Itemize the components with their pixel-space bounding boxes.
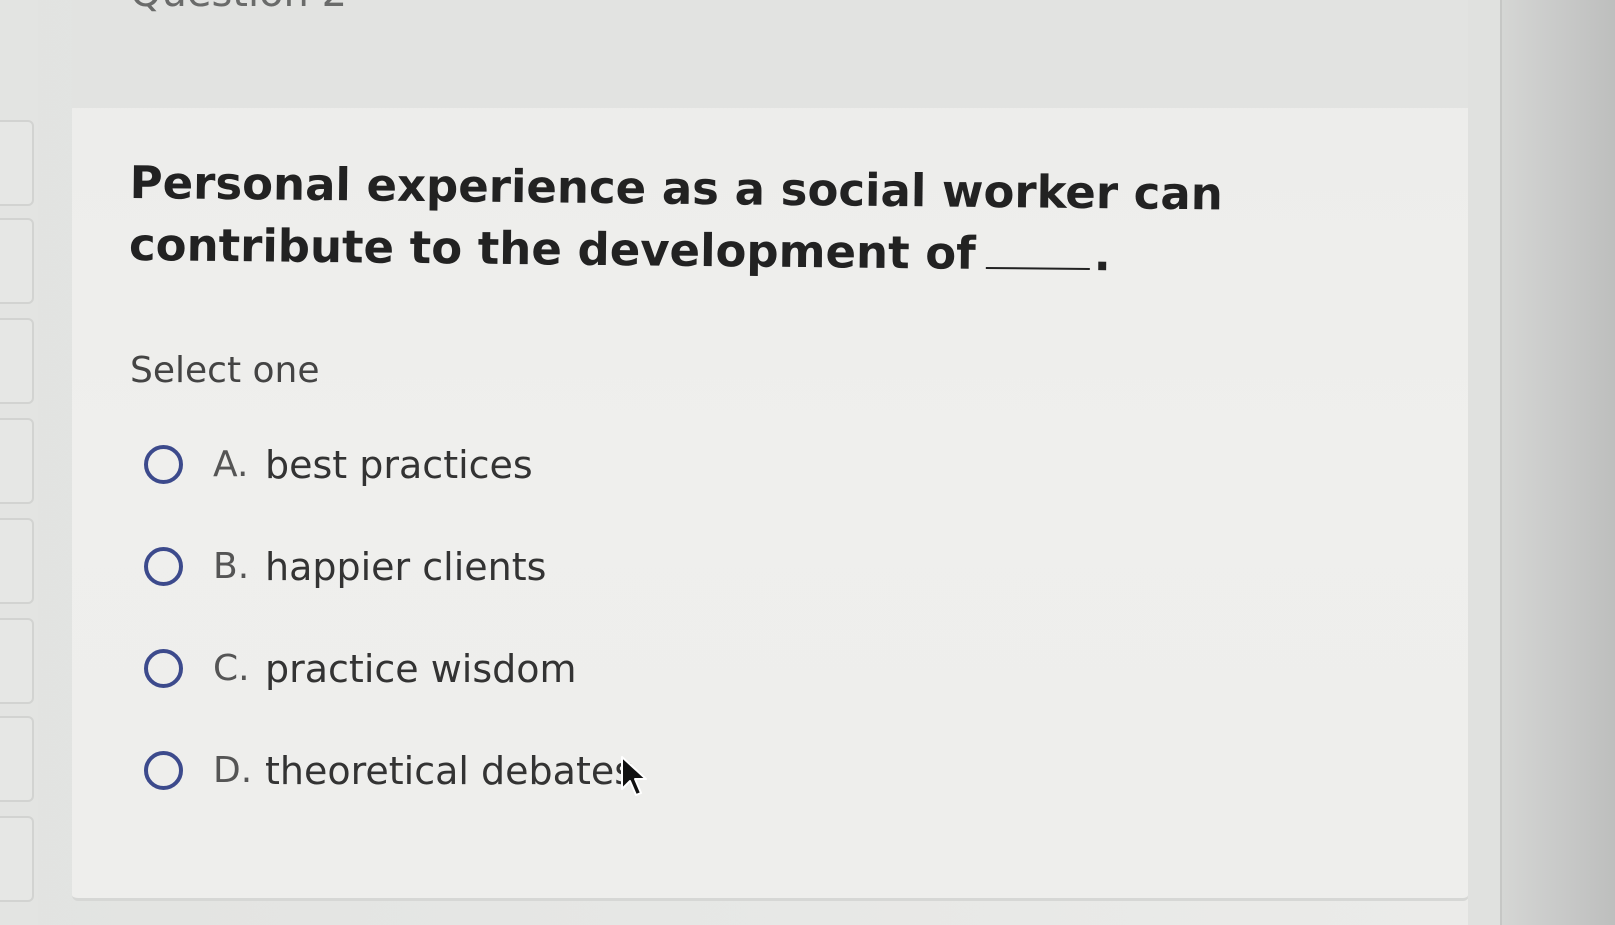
- option-label[interactable]: best practices: [265, 440, 533, 490]
- option-label[interactable]: happier clients: [265, 542, 546, 592]
- option-d[interactable]: D. theoretical debates: [144, 746, 1044, 848]
- option-letter: D.: [213, 750, 253, 791]
- select-one-instruction: Select one: [130, 350, 320, 391]
- nav-tab[interactable]: [0, 618, 34, 704]
- nav-tab[interactable]: [0, 318, 34, 404]
- option-label[interactable]: theoretical debates: [265, 746, 634, 796]
- page-gutter: [1468, 0, 1500, 925]
- question-prompt-end: .: [1093, 228, 1112, 282]
- nav-tab[interactable]: [0, 816, 34, 902]
- option-label[interactable]: practice wisdom: [265, 644, 577, 694]
- radio-button-c[interactable]: [144, 649, 183, 688]
- question-prompt: Personal experience as a social worker c…: [129, 152, 1410, 289]
- right-edge-panel: [1500, 0, 1615, 925]
- option-a[interactable]: A. best practices: [144, 440, 1044, 542]
- radio-button-d[interactable]: [144, 751, 183, 790]
- nav-tab[interactable]: [0, 218, 34, 304]
- nav-tab[interactable]: [0, 518, 34, 604]
- radio-button-b[interactable]: [144, 547, 183, 586]
- answer-options: A. best practices B. happier clients C. …: [144, 440, 1044, 848]
- option-letter: B.: [213, 546, 250, 587]
- nav-tab[interactable]: [0, 120, 34, 206]
- question-number: Question 2: [130, 0, 347, 16]
- option-b[interactable]: B. happier clients: [144, 542, 1044, 644]
- option-c[interactable]: C. practice wisdom: [144, 644, 1044, 746]
- question-card: Question 2 Personal experience as a soci…: [72, 0, 1469, 901]
- left-nav-strip: [0, 0, 38, 925]
- answer-blank: [985, 230, 1091, 271]
- mouse-pointer-icon: [621, 756, 647, 796]
- nav-tab[interactable]: [0, 418, 34, 504]
- nav-tab[interactable]: [0, 716, 34, 802]
- option-letter: C.: [213, 648, 250, 689]
- radio-button-a[interactable]: [144, 445, 183, 484]
- question-header: Question 2: [72, 0, 1468, 108]
- option-letter: A.: [213, 444, 249, 485]
